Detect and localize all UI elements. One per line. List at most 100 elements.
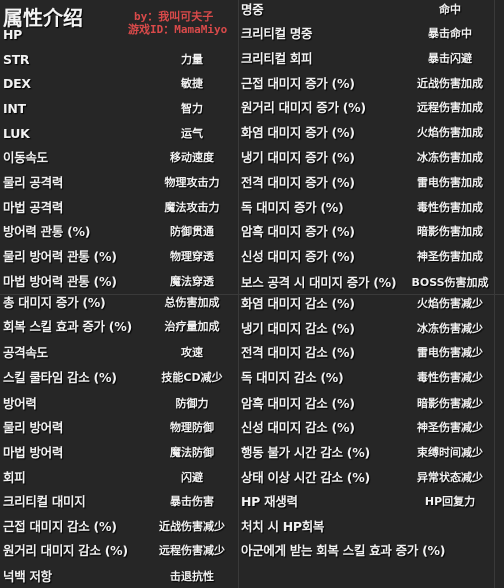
attribute-row: 전격 대미지 증가 (%) 雷电伤害加成 xyxy=(241,172,496,194)
attribute-chinese: 移动速度 xyxy=(170,151,214,164)
attribute-korean: INT xyxy=(3,101,26,116)
attribute-korean: 공격속도 xyxy=(3,345,48,360)
attribute-korean: 전격 대미지 감소 (%) xyxy=(241,345,355,360)
attribute-korean: 처치 시 HP회복 xyxy=(241,519,325,534)
attribute-row: HP xyxy=(3,24,239,46)
attribute-korean: 회복 스킬 효과 증가 (%) xyxy=(3,319,132,334)
attribute-row: 신성 대미지 증가 (%) 神圣伤害加成 xyxy=(241,246,496,268)
attribute-row: 방어력 防御力 xyxy=(3,393,239,415)
attribute-row: 회피 闪避 xyxy=(3,467,239,489)
attribute-chinese: 力量 xyxy=(181,53,203,66)
attribute-korean: 독 대미지 증가 (%) xyxy=(241,200,344,215)
attribute-row: 크리티컬 대미지 暴击伤害 xyxy=(3,491,239,513)
attribute-row: 원거리 대미지 감소 (%) 远程伤害减少 xyxy=(3,540,239,562)
attribute-korean: 마법 방어력 xyxy=(3,445,64,460)
attribute-chinese: 击退抗性 xyxy=(170,570,214,583)
attribute-row: 크리티컬 회피 暴击闪避 xyxy=(241,48,496,70)
attribute-chinese: 神圣伤害加成 xyxy=(417,250,483,263)
attribute-korean: 화염 대미지 증가 (%) xyxy=(241,125,355,140)
attribute-korean: 근접 대미지 감소 (%) xyxy=(3,519,117,534)
attribute-row: 넉백 저항 击退抗性 xyxy=(3,566,239,588)
attribute-korean: 냉기 대미지 증가 (%) xyxy=(241,150,355,165)
attribute-korean: 행동 불가 시간 감소 (%) xyxy=(241,445,370,460)
attribute-row: 행동 불가 시간 감소 (%) 束缚时间减少 xyxy=(241,442,496,464)
attribute-korean: 크리티컬 대미지 xyxy=(3,494,86,509)
attribute-chinese: 敏捷 xyxy=(181,77,203,90)
attribute-korean: HP 재생력 xyxy=(241,494,298,509)
attribute-korean: 신성 대미지 감소 (%) xyxy=(241,420,355,435)
attribute-row: 독 대미지 증가 (%) 毒性伤害加成 xyxy=(241,197,496,219)
attribute-chinese: 毒性伤害加成 xyxy=(417,201,483,214)
attribute-korean: 이동속도 xyxy=(3,150,48,165)
attribute-korean: 원거리 대미지 증가 (%) xyxy=(241,100,366,115)
attribute-row: 냉기 대미지 감소 (%) 冰冻伤害减少 xyxy=(241,318,496,340)
attribute-row: 독 대미지 감소 (%) 毒性伤害减少 xyxy=(241,367,496,389)
attribute-chinese: 远程伤害减少 xyxy=(159,544,225,557)
attribute-chinese: 暴击命中 xyxy=(428,27,472,40)
attribute-korean: 보스 공격 시 대미지 증가 (%) xyxy=(241,275,397,290)
attribute-chinese: 攻速 xyxy=(181,346,203,359)
attribute-chinese: HP回复力 xyxy=(424,495,476,508)
attribute-korean: 넉백 저항 xyxy=(3,569,52,584)
attribute-row: 총 대미지 증가 (%) 总伤害加成 xyxy=(3,292,239,314)
attribute-korean: DEX xyxy=(3,76,31,91)
attribute-chinese: 神圣伤害减少 xyxy=(417,421,483,434)
attribute-chinese: 冰冻伤害减少 xyxy=(417,322,483,335)
attribute-row: 화염 대미지 감소 (%) 火焰伤害减少 xyxy=(241,293,496,315)
attribute-row: LUK 运气 xyxy=(3,123,239,145)
attribute-chinese: 暴击伤害 xyxy=(170,495,214,508)
attribute-chinese: 运气 xyxy=(181,127,203,140)
attribute-chinese: 近战伤害加成 xyxy=(417,77,483,90)
attribute-korean: STR xyxy=(3,52,30,67)
attribute-row: 화염 대미지 증가 (%) 火焰伤害加成 xyxy=(241,122,496,144)
attribute-row: 아군에게 받는 회복 스킬 효과 증가 (%) xyxy=(241,540,496,562)
attribute-korean: 암흑 대미지 감소 (%) xyxy=(241,396,355,411)
attribute-row: 처치 시 HP회복 xyxy=(241,516,496,538)
attribute-row: 냉기 대미지 증가 (%) 冰冻伤害加成 xyxy=(241,147,496,169)
attribute-korean: 아군에게 받는 회복 스킬 효과 증가 (%) xyxy=(241,543,446,558)
attribute-chinese: 毒性伤害减少 xyxy=(417,371,483,384)
attribute-row: 상태 이상 시간 감소 (%) 异常状态减少 xyxy=(241,467,496,489)
attribute-row: 원거리 대미지 증가 (%) 远程伤害加成 xyxy=(241,97,496,119)
attribute-chinese: 魔法穿透 xyxy=(170,275,214,288)
attribute-chinese: 技能CD减少 xyxy=(161,371,223,384)
attribute-korean: 물리 방어력 관통 (%) xyxy=(3,249,117,264)
attribute-chinese: 治疗量加成 xyxy=(164,320,220,333)
attribute-row: 전격 대미지 감소 (%) 雷电伤害减少 xyxy=(241,342,496,364)
attribute-chinese: 火焰伤害减少 xyxy=(417,297,483,310)
attribute-chinese: 物理攻击力 xyxy=(164,176,220,189)
attribute-chinese: 物理穿透 xyxy=(170,250,214,263)
attribute-chinese: 物理防御 xyxy=(170,421,214,434)
attribute-row: 근접 대미지 증가 (%) 近战伤害加成 xyxy=(241,73,496,95)
attribute-korean: 마법 공격력 xyxy=(3,200,64,215)
attribute-chinese: 暗影伤害加成 xyxy=(417,225,483,238)
attribute-korean: 회피 xyxy=(3,470,26,485)
attribute-korean: 마법 방어력 관통 (%) xyxy=(3,274,117,289)
attribute-chinese: 智力 xyxy=(181,102,203,115)
attribute-row: 명중 命中 xyxy=(241,0,496,21)
attribute-korean: 크리티컬 회피 xyxy=(241,51,313,66)
attribute-chinese: 火焰伤害加成 xyxy=(417,126,483,139)
attribute-korean: 근접 대미지 증가 (%) xyxy=(241,76,355,91)
attribute-row: 신성 대미지 감소 (%) 神圣伤害减少 xyxy=(241,417,496,439)
attribute-chinese: 异常状态减少 xyxy=(417,471,483,484)
attribute-korean: 전격 대미지 증가 (%) xyxy=(241,175,355,190)
attribute-chinese: 魔法攻击力 xyxy=(164,201,220,214)
attribute-korean: 총 대미지 증가 (%) xyxy=(3,295,106,310)
attribute-row: 마법 방어력 관통 (%) 魔法穿透 xyxy=(3,271,239,293)
attribute-chinese: 远程伤害加成 xyxy=(417,101,483,114)
attribute-row: 근접 대미지 감소 (%) 近战伤害减少 xyxy=(3,516,239,538)
attribute-chinese: 魔法防御 xyxy=(170,446,214,459)
attribute-row: INT 智力 xyxy=(3,98,239,120)
attribute-korean: 물리 공격력 xyxy=(3,175,64,190)
attribute-chinese: 近战伤害减少 xyxy=(159,520,225,533)
attribute-korean: 독 대미지 감소 (%) xyxy=(241,370,344,385)
attribute-korean: HP xyxy=(3,27,23,42)
attribute-korean: 방어력 관통 (%) xyxy=(3,224,91,239)
attribute-chinese: 暗影伤害减少 xyxy=(417,397,483,410)
attribute-korean: 명중 xyxy=(241,2,264,17)
attribute-chinese: 雷电伤害加成 xyxy=(417,176,483,189)
attribute-row: 스킬 쿨타임 감소 (%) 技能CD减少 xyxy=(3,367,239,389)
attribute-chinese: 暴击闪避 xyxy=(428,52,472,65)
attribute-chinese: 束缚时间减少 xyxy=(417,446,483,459)
